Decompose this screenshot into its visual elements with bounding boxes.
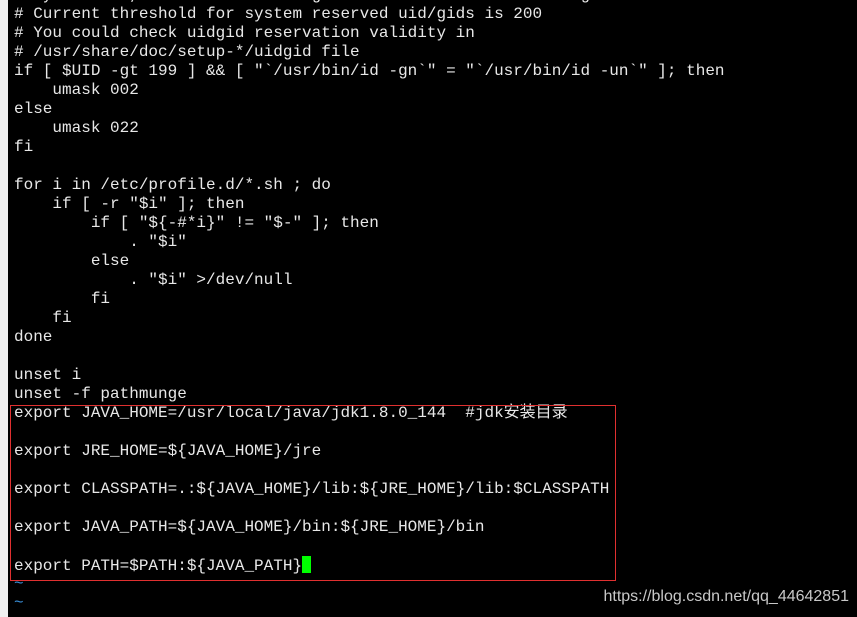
vim-editor[interactable]: # By default, we want umask to get set. … bbox=[14, 0, 857, 613]
code-line: # Current threshold for system reserved … bbox=[14, 5, 543, 23]
window-left-edge bbox=[0, 0, 8, 617]
code-line: for i in /etc/profile.d/*.sh ; do bbox=[14, 176, 331, 194]
code-line: unset -f pathmunge bbox=[14, 385, 187, 403]
code-line: umask 002 bbox=[14, 81, 139, 99]
code-line: fi bbox=[14, 138, 34, 156]
code-line: fi bbox=[14, 290, 111, 308]
code-line: export JRE_HOME=${JAVA_HOME}/jre bbox=[14, 442, 322, 460]
code-line: export JAVA_HOME=/usr/local/java/jdk1.8.… bbox=[14, 404, 568, 422]
code-line: . "$i" >/dev/null bbox=[14, 271, 293, 289]
code-line: if [ $UID -gt 199 ] && [ "`/usr/bin/id -… bbox=[14, 62, 725, 80]
code-line: umask 022 bbox=[14, 119, 139, 137]
code-line: if [ "${-#*i}" != "$-" ]; then bbox=[14, 214, 379, 232]
text-cursor bbox=[302, 556, 312, 573]
code-line: done bbox=[14, 328, 53, 346]
code-line: # /usr/share/doc/setup-*/uidgid file bbox=[14, 43, 360, 61]
code-line: else bbox=[14, 100, 53, 118]
code-line: else bbox=[14, 252, 130, 270]
code-line: fi bbox=[14, 309, 72, 327]
code-line: # You could check uidgid reservation val… bbox=[14, 24, 475, 42]
code-line: . "$i" bbox=[14, 233, 187, 251]
watermark: https://blog.csdn.net/qq_44642851 bbox=[603, 588, 849, 605]
code-line: export PATH=$PATH:${JAVA_PATH} bbox=[14, 556, 857, 575]
code-line: unset i bbox=[14, 366, 82, 384]
code-line: export CLASSPATH=.:${JAVA_HOME}/lib:${JR… bbox=[14, 480, 610, 498]
code-line: if [ -r "$i" ]; then bbox=[14, 195, 245, 213]
code-line: export JAVA_PATH=${JAVA_HOME}/bin:${JRE_… bbox=[14, 518, 485, 536]
